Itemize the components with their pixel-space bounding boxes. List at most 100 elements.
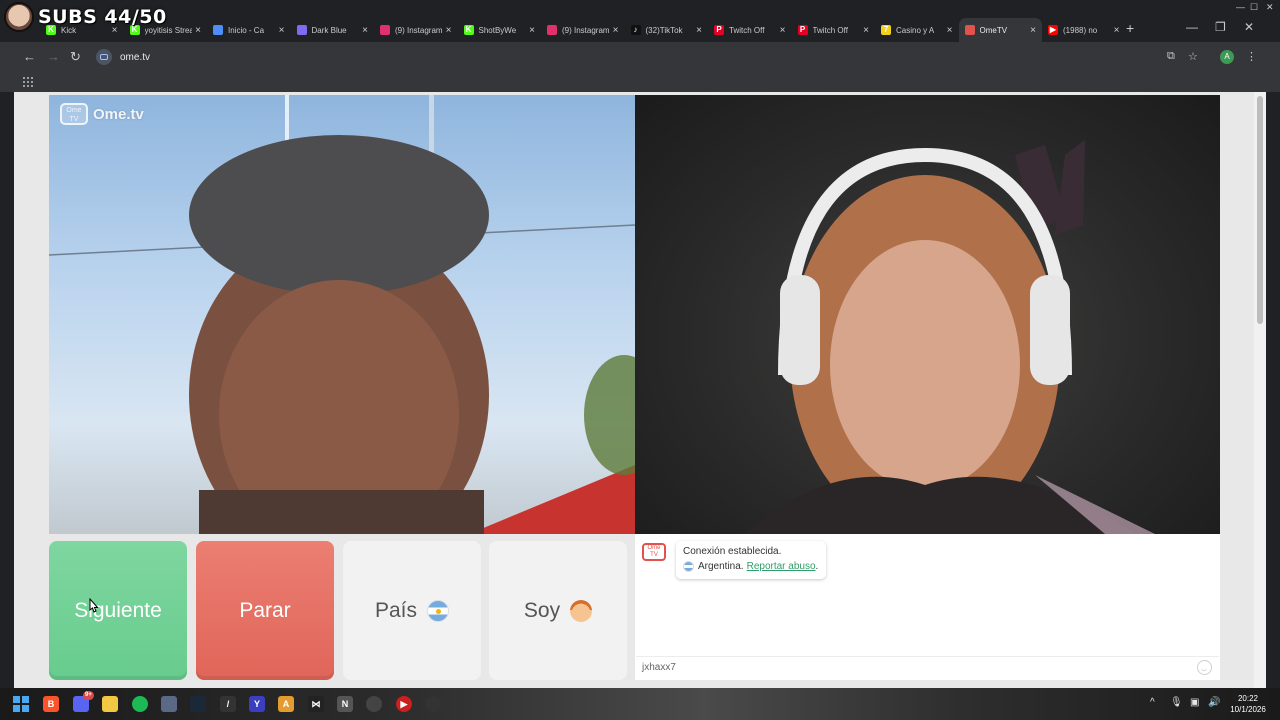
instagram-icon [380,25,390,35]
discord-icon[interactable]: 9+ [73,691,94,712]
address-bar[interactable]: ome.tv [92,46,1212,68]
media-player-icon[interactable]: ▶ [396,696,412,712]
tab-close-icon[interactable]: × [780,25,786,36]
casino-icon: 7 [881,25,891,35]
capcut-icon[interactable]: ⋈ [308,696,324,712]
gender-select-button[interactable]: Soy [489,541,627,680]
tray-overflow-icon[interactable]: ^ [1150,697,1155,708]
forward-icon[interactable]: → [47,49,60,65]
apps-grid-icon[interactable] [23,77,33,87]
browser-tab[interactable]: P Twitch Off × [792,18,876,42]
tab-label: ShotByWe [478,25,517,35]
browser-tab[interactable]: Inicio - Ca × [207,18,291,42]
browser-toolbar: ← → ↻ ome.tv ⧉ ☆ ⋮ [0,42,1280,72]
app-icon-a[interactable]: A [278,696,294,712]
subs-counter: SUBS 44/50 [38,6,167,28]
network-icon[interactable]: ▣ [1190,697,1199,708]
tab-label: Dark Blue [311,25,347,35]
browser-tab[interactable]: (9) Instagram × [541,18,625,42]
report-suffix: . [815,561,819,572]
tab-close-icon[interactable]: × [446,25,452,36]
site-info-icon[interactable] [96,49,112,65]
tab-close-icon[interactable]: × [279,25,285,36]
bookmarks-bar [0,72,1280,92]
app-icon-n[interactable]: N [337,696,353,712]
volume-icon[interactable]: 🔊 [1208,697,1220,708]
spotify-icon[interactable] [132,696,148,712]
youtube-icon: ▶ [1048,25,1058,35]
instagram-icon [547,25,557,35]
kick-icon: K [463,25,474,35]
browser-tab[interactable]: ♪ (32)TikTok × [625,18,709,42]
tab-close-icon[interactable]: × [863,25,869,36]
country-filter-button[interactable]: País [343,541,481,680]
minimize-icon[interactable]: — [1186,20,1198,34]
browser-tab[interactable]: K ShotByWe × [458,18,542,42]
menu-kebab-icon[interactable]: ⋮ [1246,50,1257,63]
tab-close-icon[interactable]: × [529,25,535,36]
app-window-icon[interactable] [161,696,177,712]
tab-label: Inicio - Ca [228,25,265,35]
tab-label: (9) Instagram [395,25,443,35]
tab-close-icon[interactable]: × [947,25,953,36]
restore-icon[interactable]: ❐ [1215,20,1226,34]
chat-icon-bottom: TV [650,552,658,558]
page-scrollbar[interactable] [1254,92,1266,688]
tab-close-icon[interactable]: × [362,25,368,36]
chat-input[interactable]: jxhaxx7 [636,656,1219,680]
next-button[interactable]: Siguiente [49,541,187,680]
tab-close-icon[interactable]: × [195,25,201,36]
system-minimize-icon[interactable]: — [1236,2,1245,12]
shield-icon [296,25,307,35]
tab-close-icon[interactable]: × [696,25,702,36]
country-button-label: País [374,598,418,622]
logo-badge-top: Ome [66,107,82,114]
globe-icon [213,25,223,35]
tiktok-icon: ♪ [630,25,641,35]
argentina-flag-small-icon [683,561,694,572]
browser-tab[interactable]: OmeTV × [958,18,1042,42]
chatgpt-icon[interactable] [366,696,382,712]
new-tab-button[interactable]: + [1126,20,1134,36]
install-app-icon[interactable]: ⧉ [1167,50,1175,63]
system-close-icon[interactable]: ✕ [1266,2,1274,13]
close-window-icon[interactable]: ✕ [1244,20,1254,34]
microphone-icon[interactable]: 🎙 [1170,697,1183,708]
brave-browser-icon[interactable]: B [43,696,59,712]
browser-tab[interactable]: 7 Casino y A × [875,18,959,42]
system-maximize-icon[interactable]: ☐ [1250,2,1258,13]
obs-icon[interactable] [425,696,441,712]
steam-icon[interactable] [190,696,206,712]
chat-input-value[interactable]: jxhaxx7 [642,662,676,673]
taskbar-clock[interactable]: 20:22 10/1/2026 [1226,693,1270,715]
pinterest-icon: P [714,25,724,35]
pinterest-icon: P [797,25,808,35]
windows-start-icon[interactable] [13,696,29,712]
streamer-avatar [4,2,34,32]
back-icon[interactable]: ← [23,49,36,65]
remote-video-scene [745,140,1155,534]
emoji-picker-icon[interactable] [1197,660,1212,675]
file-explorer-icon[interactable] [102,696,118,712]
stop-button[interactable]: Parar [196,541,334,680]
url-text[interactable]: ome.tv [120,52,150,63]
reload-icon[interactable]: ↻ [70,49,81,65]
profile-avatar[interactable]: A [1220,50,1234,64]
app-icon-y[interactable]: Y [249,696,265,712]
tab-close-icon[interactable]: × [1114,25,1120,36]
browser-tab[interactable]: (9) Instagram × [374,18,458,42]
bookmark-star-icon[interactable]: ☆ [1188,50,1198,63]
tab-close-icon[interactable]: × [1030,25,1036,36]
report-abuse-link[interactable]: Reportar abuso [747,561,816,572]
app-icon-slash[interactable]: / [220,696,236,712]
ometv-icon [964,25,975,35]
browser-tab[interactable]: P Twitch Off × [708,18,792,42]
tab-label: (9) Instagram [562,25,610,35]
browser-tab[interactable]: Dark Blue × [291,18,375,42]
chat-icon-top: Ome [647,545,661,551]
tab-close-icon[interactable]: × [613,25,619,36]
browser-tab[interactable]: ▶ (1988) no × [1042,18,1126,42]
ometv-logo: Ome TV Ome.tv [60,103,144,125]
scrollbar-thumb[interactable] [1257,96,1263,324]
tab-label: (1988) no [1063,25,1098,35]
